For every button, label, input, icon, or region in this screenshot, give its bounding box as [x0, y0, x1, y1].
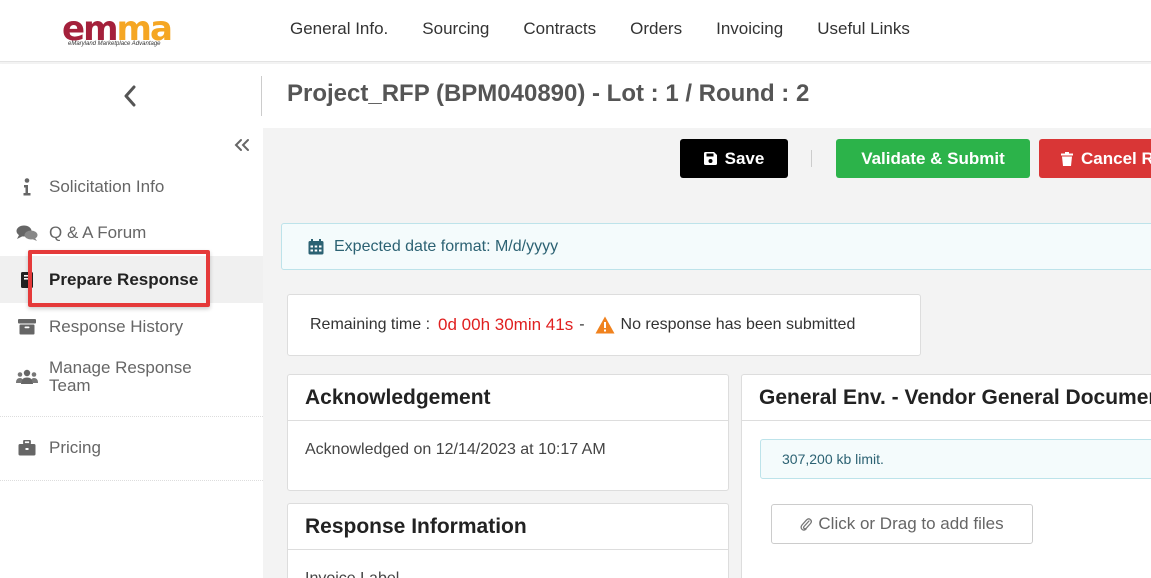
acknowledgement-card: Acknowledgement Acknowledged on 12/14/20… — [287, 374, 729, 491]
back-button[interactable] — [118, 82, 142, 110]
save-button[interactable]: Save — [680, 139, 788, 178]
users-icon — [16, 369, 38, 385]
paperclip-icon — [800, 518, 813, 531]
page-header: Project_RFP (BPM040890) - Lot : 1 / Roun… — [0, 64, 1151, 128]
nav-orders[interactable]: Orders — [613, 19, 699, 39]
general-envelope-title: General Env. - Vendor General Documen — [742, 375, 1151, 421]
add-files-label: Click or Drag to add files — [818, 514, 1004, 533]
double-chevron-left-icon — [234, 139, 249, 151]
collapse-sidebar-button[interactable] — [234, 136, 250, 157]
validate-label: Validate & Submit — [861, 148, 1005, 168]
general-envelope-card: General Env. - Vendor General Documen 30… — [741, 374, 1151, 578]
submission-status: No response has been submitted — [620, 316, 856, 333]
header-divider — [261, 76, 262, 116]
date-format-text: Expected date format: M/d/yyyy — [334, 237, 559, 255]
file-size-limit-notice: 307,200 kb limit. — [760, 439, 1151, 479]
floppy-disk-icon — [703, 152, 717, 165]
cancel-label: Cancel R — [1081, 148, 1151, 168]
nav-general-info[interactable]: General Info. — [273, 19, 405, 39]
emma-logo[interactable]: emma eMaryland Marketplace Advantage — [62, 12, 202, 52]
highlight-annotation — [28, 250, 210, 307]
nav-invoicing[interactable]: Invoicing — [699, 19, 800, 39]
file-size-limit-text: 307,200 kb limit. — [782, 451, 884, 467]
response-information-title: Response Information — [288, 504, 728, 550]
nav-useful-links[interactable]: Useful Links — [800, 19, 927, 39]
acknowledgement-text: Acknowledged on 12/14/2023 at 10:17 AM — [305, 441, 606, 458]
sidebar-item-solicitation-info[interactable]: Solicitation Info — [0, 168, 263, 206]
chevron-left-icon — [124, 85, 136, 107]
trash-icon — [1061, 151, 1073, 166]
separator-dash: - — [579, 316, 585, 333]
toolbar-divider — [811, 150, 812, 167]
sidebar-item-label: Solicitation Info — [49, 177, 165, 196]
sidebar-item-label: Response History — [49, 317, 184, 336]
archive-icon — [16, 319, 38, 335]
sidebar-item-pricing[interactable]: Pricing — [0, 429, 263, 467]
calendar-icon — [308, 238, 324, 254]
sidebar-divider — [0, 416, 263, 417]
add-files-dropzone[interactable]: Click or Drag to add files — [771, 504, 1033, 544]
cancel-response-button[interactable]: Cancel R — [1039, 139, 1151, 178]
sidebar-item-label: Q & A Forum — [49, 223, 147, 242]
briefcase-icon — [16, 440, 38, 456]
remaining-time-card: Remaining time : 0d 00h 30min 41s - No r… — [287, 294, 921, 356]
validate-submit-button[interactable]: Validate & Submit — [836, 139, 1030, 178]
sidebar: Solicitation Info Q & A Forum Prepare Re… — [0, 128, 263, 578]
top-navbar: emma eMaryland Marketplace Advantage Gen… — [0, 0, 1151, 62]
sidebar-item-response-history[interactable]: Response History — [0, 308, 263, 346]
sidebar-item-label: Manage Response Team — [49, 358, 192, 395]
response-information-card: Response Information Invoice Label — [287, 503, 729, 578]
nav-sourcing[interactable]: Sourcing — [405, 19, 506, 39]
save-label: Save — [724, 148, 765, 168]
sidebar-divider — [0, 480, 263, 481]
sidebar-item-manage-response-team[interactable]: Manage Response Team — [0, 354, 263, 400]
info-icon — [16, 178, 38, 196]
warning-icon — [595, 316, 615, 334]
remaining-time-label: Remaining time : — [310, 316, 431, 333]
logo-tagline: eMaryland Marketplace Advantage — [68, 41, 161, 47]
sidebar-item-label: Pricing — [49, 438, 101, 457]
page-title: Project_RFP (BPM040890) - Lot : 1 / Roun… — [287, 80, 810, 107]
nav-contracts[interactable]: Contracts — [506, 19, 613, 39]
main-nav: General Info. Sourcing Contracts Orders … — [273, 0, 927, 58]
date-format-notice: Expected date format: M/d/yyyy — [281, 223, 1151, 270]
main-content: Save Validate & Submit Cancel R Expected… — [263, 128, 1151, 578]
acknowledgement-title: Acknowledgement — [288, 375, 728, 421]
comments-icon — [16, 224, 38, 242]
countdown-timer: 0d 00h 30min 41s — [438, 315, 574, 334]
sidebar-item-qa-forum[interactable]: Q & A Forum — [0, 214, 263, 252]
invoice-label-field-label: Invoice Label — [288, 550, 728, 578]
